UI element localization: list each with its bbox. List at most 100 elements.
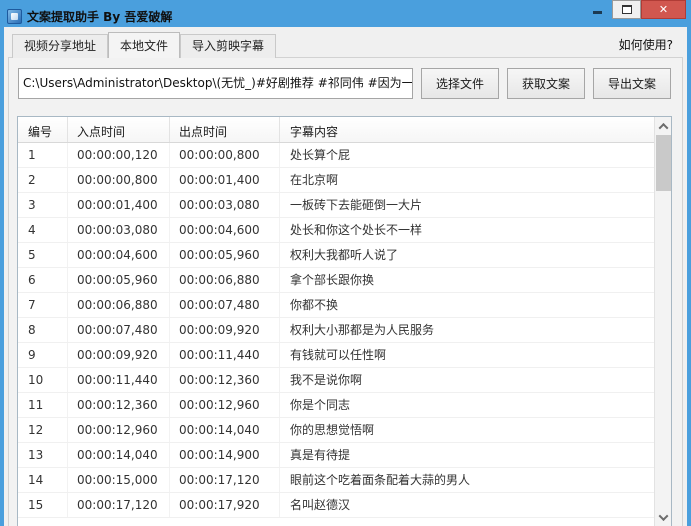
table-row[interactable]: 3 00:00:01,400 00:00:03,080 一板砖下去能砸倒一大片 xyxy=(18,193,654,218)
cell-out: 00:00:12,360 xyxy=(170,368,280,392)
cell-id: 7 xyxy=(18,293,68,317)
cell-in: 00:00:12,960 xyxy=(68,418,170,442)
tab-strip: 视频分享地址 本地文件 导入剪映字幕 如何使用? xyxy=(4,27,687,58)
cell-id: 13 xyxy=(18,443,68,467)
cell-out: 00:00:03,080 xyxy=(170,193,280,217)
file-path-input[interactable]: C:\Users\Administrator\Desktop\(无忧_)#好剧推… xyxy=(18,68,413,99)
cell-in: 00:00:17,120 xyxy=(68,493,170,517)
scrollbar-thumb[interactable] xyxy=(656,135,671,191)
table-row[interactable]: 1 00:00:00,120 00:00:00,800 处长算个屁 xyxy=(18,143,654,168)
cell-text: 你是个同志 xyxy=(290,398,351,412)
cell-out: 00:00:04,600 xyxy=(170,218,280,242)
cell-text: 我不是说你啊 xyxy=(290,373,363,387)
header-out-time[interactable]: 出点时间 xyxy=(170,117,280,142)
cell-text: 真是有待提 xyxy=(290,448,351,462)
table-row[interactable]: 15 00:00:17,120 00:00:17,920 名叫赵德汉 xyxy=(18,493,654,518)
cell-out: 00:00:17,920 xyxy=(170,493,280,517)
cell-out: 00:00:00,800 xyxy=(170,143,280,167)
cell-text: 一板砖下去能砸倒一大片 xyxy=(290,198,423,212)
chevron-down-icon xyxy=(658,510,668,521)
table-row[interactable]: 13 00:00:14,040 00:00:14,900 真是有待提 xyxy=(18,443,654,468)
cell-out: 00:00:05,960 xyxy=(170,243,280,267)
cell-id: 15 xyxy=(18,493,68,517)
how-to-use-link[interactable]: 如何使用? xyxy=(619,36,673,57)
cell-in: 00:00:14,040 xyxy=(68,443,170,467)
cell-id: 1 xyxy=(18,143,68,167)
cell-in: 00:00:00,800 xyxy=(68,168,170,192)
close-icon: ✕ xyxy=(658,3,669,16)
cell-text: 处长和你这个处长不一样 xyxy=(290,223,423,237)
table-row[interactable]: 10 00:00:11,440 00:00:12,360 我不是说你啊 xyxy=(18,368,654,393)
cell-in: 00:00:15,000 xyxy=(68,468,170,492)
cell-in: 00:00:01,400 xyxy=(68,193,170,217)
minimize-button[interactable] xyxy=(583,0,612,19)
cell-id: 5 xyxy=(18,243,68,267)
file-row: C:\Users\Administrator\Desktop\(无忧_)#好剧推… xyxy=(18,68,671,99)
cell-out: 00:00:09,920 xyxy=(170,318,280,342)
cell-out: 00:00:14,040 xyxy=(170,418,280,442)
select-file-button[interactable]: 选择文件 xyxy=(421,68,499,99)
table-row[interactable]: 12 00:00:12,960 00:00:14,040 你的思想觉悟啊 xyxy=(18,418,654,443)
title-bar: 文案提取助手 By 吾爱破解 ✕ xyxy=(4,0,687,27)
cell-text: 拿个部长跟你换 xyxy=(290,273,375,287)
vertical-scrollbar[interactable] xyxy=(654,117,671,526)
chevron-up-icon xyxy=(658,122,668,133)
fetch-copy-button[interactable]: 获取文案 xyxy=(507,68,585,99)
tab-video-share-url[interactable]: 视频分享地址 xyxy=(12,34,109,58)
close-button[interactable]: ✕ xyxy=(641,0,686,19)
maximize-button[interactable] xyxy=(612,0,641,19)
cell-out: 00:00:06,880 xyxy=(170,268,280,292)
subtitle-table: 编号 入点时间 出点时间 字幕内容 1 00:00:00,120 00:00:00,… xyxy=(17,116,672,526)
cell-id: 12 xyxy=(18,418,68,442)
header-in-time[interactable]: 入点时间 xyxy=(68,117,170,142)
cell-in: 00:00:05,960 xyxy=(68,268,170,292)
cell-out: 00:00:01,400 xyxy=(170,168,280,192)
cell-out: 00:00:17,120 xyxy=(170,468,280,492)
tab-local-file[interactable]: 本地文件 xyxy=(108,32,181,58)
cell-id: 8 xyxy=(18,318,68,342)
cell-in: 00:00:04,600 xyxy=(68,243,170,267)
cell-id: 4 xyxy=(18,218,68,242)
cell-id: 3 xyxy=(18,193,68,217)
cell-in: 00:00:07,480 xyxy=(68,318,170,342)
cell-id: 14 xyxy=(18,468,68,492)
table-row[interactable]: 2 00:00:00,800 00:00:01,400 在北京啊 xyxy=(18,168,654,193)
cell-id: 2 xyxy=(18,168,68,192)
cell-id: 9 xyxy=(18,343,68,367)
cell-text: 眼前这个吃着面条配着大蒜的男人 xyxy=(290,473,471,487)
cell-in: 00:00:12,360 xyxy=(68,393,170,417)
app-window: 文案提取助手 By 吾爱破解 ✕ 视频分享地址 本地文件 导入剪映字幕 如何使用… xyxy=(0,0,691,526)
table-header: 编号 入点时间 出点时间 字幕内容 xyxy=(18,117,654,143)
header-number[interactable]: 编号 xyxy=(18,117,68,142)
minimize-icon xyxy=(593,11,602,14)
table-row[interactable]: 6 00:00:05,960 00:00:06,880 拿个部长跟你换 xyxy=(18,268,654,293)
cell-text: 在北京啊 xyxy=(290,173,339,187)
window-controls: ✕ xyxy=(583,0,686,19)
export-copy-button[interactable]: 导出文案 xyxy=(593,68,671,99)
cell-out: 00:00:11,440 xyxy=(170,343,280,367)
cell-text: 你都不换 xyxy=(290,298,339,312)
app-icon xyxy=(7,9,22,24)
header-subtitle-content[interactable]: 字幕内容 xyxy=(280,117,654,142)
scroll-down-button[interactable] xyxy=(655,509,671,525)
table-body: 1 00:00:00,120 00:00:00,800 处长算个屁 2 00:00:00,… xyxy=(18,143,654,518)
cell-in: 00:00:06,880 xyxy=(68,293,170,317)
cell-id: 10 xyxy=(18,368,68,392)
table-row[interactable]: 7 00:00:06,880 00:00:07,480 你都不换 xyxy=(18,293,654,318)
cell-in: 00:00:03,080 xyxy=(68,218,170,242)
cell-out: 00:00:14,900 xyxy=(170,443,280,467)
tab-import-jianying-subtitle[interactable]: 导入剪映字幕 xyxy=(180,34,277,58)
table-row[interactable]: 8 00:00:07,480 00:00:09,920 权利大小那都是为人民服务 xyxy=(18,318,654,343)
table-row[interactable]: 11 00:00:12,360 00:00:12,960 你是个同志 xyxy=(18,393,654,418)
cell-text: 你的思想觉悟啊 xyxy=(290,423,375,437)
table-content: 编号 入点时间 出点时间 字幕内容 1 00:00:00,120 00:00:00,… xyxy=(18,117,654,526)
table-row[interactable]: 14 00:00:15,000 00:00:17,120 眼前这个吃着面条配着大蒜的男… xyxy=(18,468,654,493)
table-row[interactable]: 4 00:00:03,080 00:00:04,600 处长和你这个处长不一样 xyxy=(18,218,654,243)
cell-in: 00:00:09,920 xyxy=(68,343,170,367)
cell-text: 权利大我都听人说了 xyxy=(290,248,399,262)
table-row[interactable]: 5 00:00:04,600 00:00:05,960 权利大我都听人说了 xyxy=(18,243,654,268)
scroll-up-button[interactable] xyxy=(655,118,671,134)
cell-text: 权利大小那都是为人民服务 xyxy=(290,323,435,337)
cell-out: 00:00:07,480 xyxy=(170,293,280,317)
table-row[interactable]: 9 00:00:09,920 00:00:11,440 有钱就可以任性啊 xyxy=(18,343,654,368)
